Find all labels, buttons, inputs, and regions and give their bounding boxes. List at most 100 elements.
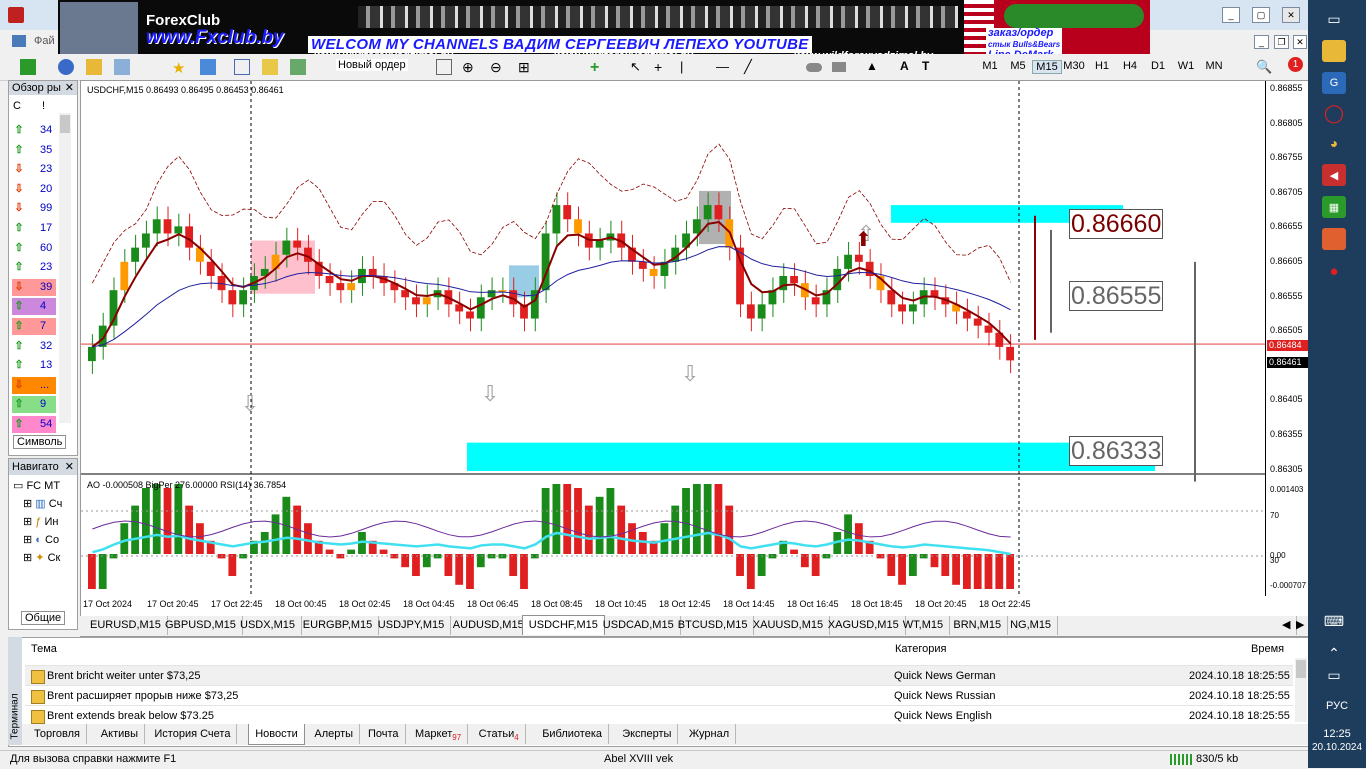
symbol-tab[interactable]: XAUUSD,M15 — [747, 616, 831, 635]
market-watch-row[interactable]: ⇧ 7 — [12, 318, 56, 335]
opera-icon[interactable]: ◯ — [1322, 102, 1346, 124]
symbol-tab[interactable]: BTCUSD,M15 — [672, 616, 755, 635]
notification-badge[interactable]: 1 — [1288, 57, 1303, 72]
navigator-item-accounts[interactable]: ⊞ ▥ Сч — [23, 495, 62, 513]
tf-w1[interactable]: W1 — [1172, 60, 1200, 72]
sound-icon[interactable]: ◀ — [1322, 164, 1346, 186]
market-watch-row[interactable]: ⇩ 20 — [12, 180, 56, 198]
indicator-icon[interactable] — [290, 59, 306, 75]
market-watch-icon[interactable] — [86, 59, 102, 75]
symbol-tab[interactable]: EURUSD,M15 — [84, 616, 168, 635]
terminal-tab[interactable]: Журнал — [683, 724, 737, 744]
terminal-tab[interactable]: Статьи4 — [473, 724, 526, 744]
symbol-tab[interactable]: BRN,M15 — [947, 616, 1009, 635]
symbol-tab[interactable]: USDJPY,M15 — [372, 616, 452, 635]
close-button[interactable]: ✕ — [1282, 7, 1300, 23]
network-icon[interactable]: ▭ — [1322, 664, 1346, 686]
common-tab[interactable]: Общие — [21, 611, 66, 625]
market-watch-row[interactable]: ⇩... — [12, 376, 56, 394]
fullscreen-icon[interactable] — [234, 59, 250, 75]
new-chart-icon[interactable] — [20, 59, 36, 75]
col-category[interactable]: Категория — [895, 639, 946, 659]
navigator-item-scripts[interactable]: ⊞ ✦ Ск — [23, 549, 60, 567]
symbol-tab[interactable]: USDCAD,M15 — [597, 616, 681, 635]
label-tool-icon[interactable]: T — [922, 59, 938, 75]
market-watch-close-icon[interactable]: ✕ — [65, 81, 74, 95]
market-watch-row[interactable]: ⇩ 39 — [12, 278, 56, 296]
zoom-out-icon[interactable]: ⊖ — [490, 59, 506, 75]
maximize-button[interactable]: ▢ — [1252, 7, 1270, 23]
news-row[interactable]: Brent bricht weiter unter $73,25 Quick Ne… — [25, 665, 1293, 686]
market-watch-row[interactable]: ⇧ 35 — [12, 141, 56, 159]
paint-icon[interactable]: ◕ — [1322, 132, 1346, 154]
search-icon[interactable]: 🔍 — [1256, 59, 1272, 75]
tf-h1[interactable]: H1 — [1088, 60, 1116, 72]
symbol-tab[interactable]: GBPUSD,M15 — [159, 616, 243, 635]
tf-h4[interactable]: H4 — [1116, 60, 1144, 72]
record-icon[interactable]: ● — [1322, 260, 1346, 282]
terminal-tab[interactable]: Эксперты — [616, 724, 679, 744]
ad-banner[interactable]: ForexClub www.Fxclub.by WELCOM MY CHANNE… — [58, 0, 1150, 60]
text-tool-icon[interactable]: A — [900, 59, 916, 75]
crosshair-icon[interactable]: + — [654, 59, 670, 75]
clock-time[interactable]: 12:25 — [1308, 728, 1366, 740]
vertical-line-icon[interactable]: | — [680, 59, 696, 75]
navigator-item-account[interactable]: ▭ FC MT — [13, 477, 60, 495]
market-watch-row[interactable]: ⇩ 23 — [12, 161, 56, 179]
symbol-tab[interactable]: USDCHF,M15 — [521, 615, 605, 635]
doc-restore-button[interactable]: ❐ — [1274, 35, 1289, 49]
market-watch-row[interactable]: ⇧ 54 — [12, 416, 56, 433]
terminal-tab[interactable]: История Счета — [148, 724, 238, 744]
market-watch-row[interactable]: ⇧ 34 — [12, 122, 56, 139]
terminal-tab[interactable]: Маркет97 — [409, 724, 469, 744]
rectangle-icon[interactable] — [832, 62, 846, 72]
task-view-icon[interactable]: ▭ — [1322, 8, 1346, 30]
terminal-tab[interactable]: Почта — [362, 724, 406, 744]
price-scale[interactable]: 0.86855 0.86805 0.86755 0.86705 0.86655 0.866… — [1265, 81, 1310, 596]
chevron-up-icon[interactable]: ⌃ — [1322, 642, 1346, 664]
navigator-close-icon[interactable]: ✕ — [65, 459, 74, 475]
symbol-tab[interactable]: WT,M15 — [897, 616, 951, 635]
language-indicator[interactable]: РУС — [1308, 700, 1366, 712]
horizontal-line-icon[interactable]: — — [716, 59, 732, 75]
calculator-icon[interactable]: ▦ — [1322, 196, 1346, 218]
chart-template-icon[interactable] — [262, 59, 278, 75]
terminal-tab[interactable]: Алерты — [308, 724, 361, 744]
navigator-icon[interactable] — [114, 59, 130, 75]
ellipse-icon[interactable] — [806, 63, 822, 72]
tf-d1[interactable]: D1 — [1144, 60, 1172, 72]
add-indicator-icon[interactable]: + — [590, 59, 606, 76]
navigator-item-advisors[interactable]: ⊞ ◐ Со — [23, 531, 59, 549]
new-order-button[interactable]: Новый ордер — [336, 59, 408, 71]
symbol-tab[interactable]: USDX,M15 — [234, 616, 303, 635]
terminal-scrollbar[interactable] — [1295, 658, 1307, 722]
market-watch-row[interactable]: ⇩ 99 — [12, 200, 56, 218]
explorer-icon[interactable] — [1322, 40, 1346, 62]
zoom-in-icon[interactable]: ⊕ — [462, 59, 478, 75]
market-watch-row[interactable]: ⇧ 32 — [12, 337, 56, 355]
news-row[interactable]: Brent extends break below $73.25 Quick Ne… — [25, 705, 1293, 726]
col-time[interactable]: Время — [1251, 639, 1284, 659]
market-watch-row[interactable]: ⇧ 9 — [12, 396, 56, 414]
symbol-tab[interactable]: AUDUSD,M15 — [447, 616, 531, 635]
market-watch-row[interactable]: ⇧ 23 — [12, 259, 56, 277]
clock-date[interactable]: 20.10.2024 — [1308, 742, 1366, 753]
price-chart[interactable]: ⇩ ⇩⇩⇧⬆ — [81, 81, 1265, 596]
terminal-app-icon[interactable] — [1322, 228, 1346, 250]
market-watch-scrollbar[interactable] — [59, 113, 71, 423]
market-watch-row[interactable]: ⇧ 4 — [12, 298, 56, 316]
symbol-tab[interactable]: NG,M15 — [1004, 616, 1059, 635]
cursor-icon[interactable]: ↖ — [630, 59, 646, 75]
tf-m15[interactable]: M15 — [1032, 60, 1062, 74]
navigator-item-indicators[interactable]: ⊞ ƒ Ин — [23, 513, 58, 531]
market-watch-row[interactable]: ⇧ 13 — [12, 357, 56, 375]
trendline-icon[interactable]: ╱ — [744, 59, 760, 75]
terminal-tab[interactable]: Библиотека — [536, 724, 609, 744]
profiles-icon[interactable] — [58, 59, 74, 75]
tester-icon[interactable] — [200, 59, 216, 75]
keyboard-icon[interactable]: ⌨ — [1322, 610, 1346, 632]
news-row[interactable]: Brent расширяет прорыв ниже $73,25 Quick … — [25, 685, 1293, 706]
symbols-tab[interactable]: Символь — [13, 435, 67, 449]
tf-m5[interactable]: M5 — [1004, 60, 1032, 72]
autotrading-icon[interactable] — [436, 59, 452, 75]
